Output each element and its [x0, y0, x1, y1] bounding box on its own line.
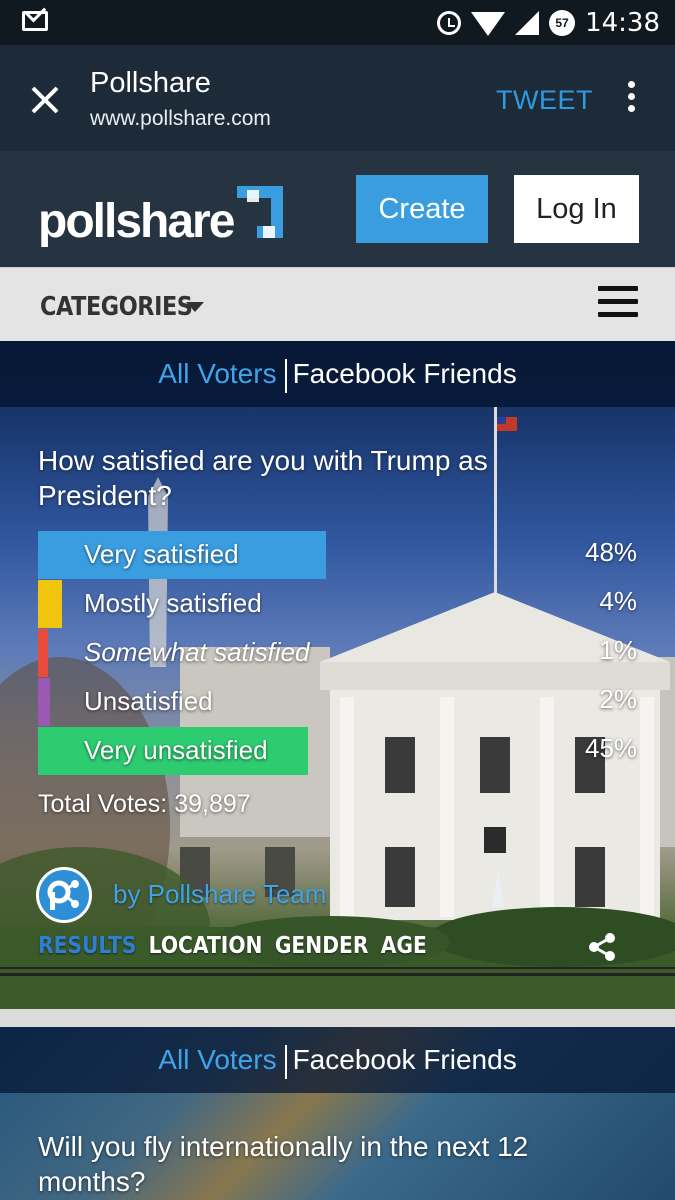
categories-bar: CATEGORIES [0, 267, 675, 341]
poll-option-percent: 4% [599, 586, 637, 616]
signal-icon [515, 11, 540, 35]
poll-option-label: Unsatisfied [84, 686, 213, 716]
voter-filter-tabs: All Voters Facebook Friends [0, 341, 675, 407]
poll-question-2: Will you fly internationally in the next… [38, 1131, 529, 1197]
poll-option[interactable]: Unsatisfied 2% [38, 678, 638, 726]
tab-separator [284, 1044, 287, 1079]
page-title: Pollshare [90, 67, 211, 99]
poll-question: How satisfied are you with Trump as Pres… [38, 445, 488, 511]
poll-option-percent: 45% [585, 733, 638, 763]
poll-card-2: All Voters Facebook Friends Will you fly … [0, 1027, 675, 1200]
author-avatar[interactable] [36, 867, 92, 923]
poll-option[interactable]: Mostly satisfied 4% [38, 580, 638, 628]
share-icon[interactable] [586, 931, 618, 963]
app-bar: Pollshare www.pollshare.com TWEET [0, 45, 675, 151]
page-url: www.pollshare.com [90, 107, 271, 130]
more-vert-icon[interactable] [625, 81, 637, 117]
poll-option-label: Very satisfied [84, 539, 239, 569]
total-votes: Total Votes: 39,897 [38, 790, 251, 818]
tab-separator [284, 358, 287, 393]
poll-option[interactable]: Very unsatisfied 45% [38, 727, 638, 775]
alarm-icon [437, 11, 462, 35]
tab-all-voters[interactable]: All Voters [158, 358, 276, 389]
hamburger-menu-icon[interactable] [598, 286, 638, 318]
tab-facebook-friends[interactable]: Facebook Friends [293, 358, 517, 389]
poll-card: All Voters Facebook Friends How satisfied… [0, 341, 675, 1009]
poll-option-bar [38, 580, 62, 628]
tab-age[interactable]: AGE [381, 933, 427, 959]
poll-option-label: Very unsatisfied [84, 735, 268, 765]
poll-option-bar [38, 629, 48, 677]
mail-icon [22, 11, 48, 31]
tab-location[interactable]: LOCATION [149, 933, 263, 959]
categories-label: CATEGORIES [40, 292, 193, 322]
poll-option[interactable]: Very satisfied 48% [38, 531, 638, 579]
create-button[interactable]: Create [356, 175, 488, 243]
pollshare-avatar-icon [47, 880, 79, 910]
logo-mark-icon [237, 186, 284, 238]
poll-option-percent: 2% [599, 684, 637, 714]
tab-gender[interactable]: GENDER [275, 933, 369, 959]
categories-dropdown[interactable]: CATEGORIES [40, 292, 193, 322]
poll-option-percent: 1% [599, 635, 637, 665]
tweet-button[interactable]: TWEET [496, 85, 593, 116]
status-bar: 57 14:38 [0, 0, 675, 45]
site-header: pollshare Create Log In [0, 151, 675, 267]
caret-down-icon[interactable] [186, 302, 204, 312]
pollshare-logo[interactable]: pollshare [38, 176, 285, 246]
clock: 14:38 [585, 8, 660, 38]
logo-text: pollshare [38, 195, 235, 248]
poll-option-percent: 48% [585, 537, 638, 567]
poll-option-bar [38, 678, 50, 726]
login-button[interactable]: Log In [514, 175, 639, 243]
poll-option[interactable]: Somewhat satisfied 1% [38, 629, 638, 677]
poll-option-label: Somewhat satisfied [84, 637, 310, 667]
battery-icon: 57 [549, 10, 576, 36]
tab-facebook-friends-2[interactable]: Facebook Friends [293, 1044, 517, 1075]
voter-filter-tabs-2: All Voters Facebook Friends [0, 1027, 675, 1093]
tab-all-voters-2[interactable]: All Voters [158, 1044, 276, 1075]
wifi-icon [471, 12, 506, 36]
poll-option-label: Mostly satisfied [84, 588, 262, 618]
close-icon[interactable] [28, 83, 62, 117]
result-tabs: RESULTS LOCATION GENDER AGE [38, 933, 427, 959]
tab-results[interactable]: RESULTS [38, 933, 136, 959]
poll-author[interactable]: by Pollshare Team [113, 879, 326, 910]
